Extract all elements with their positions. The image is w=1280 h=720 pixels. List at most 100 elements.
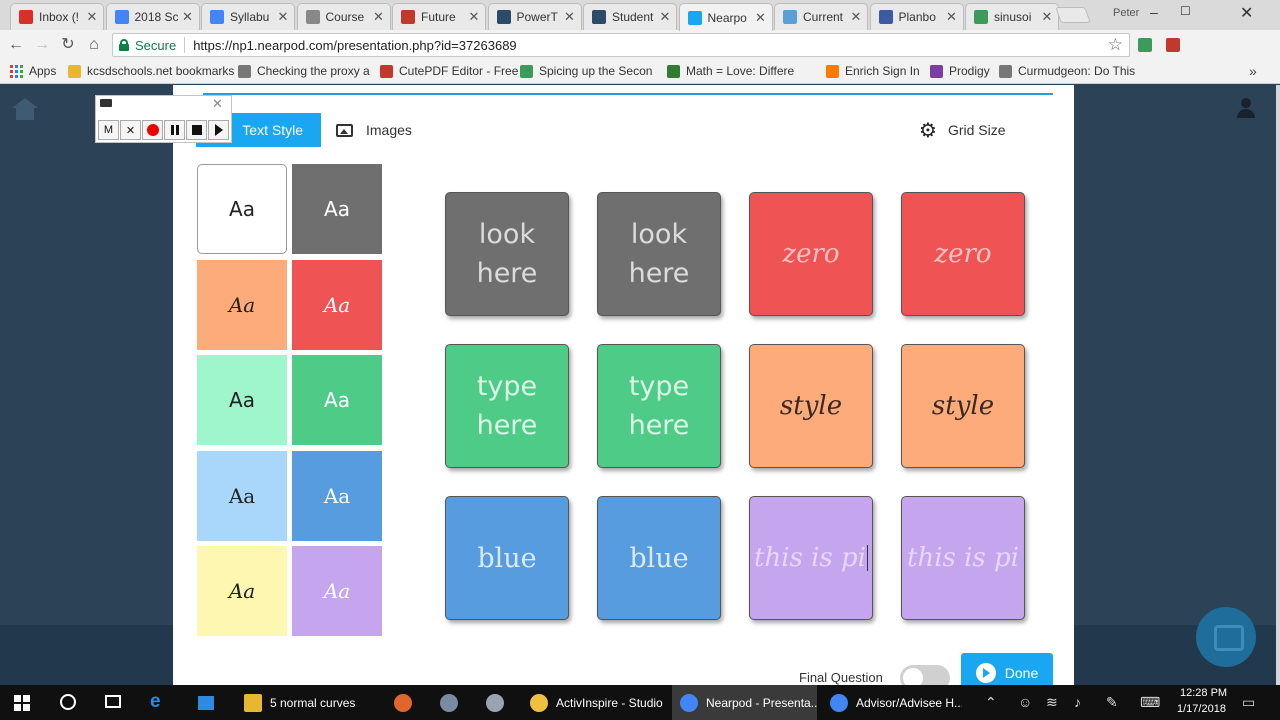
mark-button[interactable]: M	[98, 120, 119, 140]
close-tab-icon[interactable]: ✕	[754, 10, 768, 26]
browser-tab[interactable]: Current ✕	[774, 3, 868, 30]
people-icon[interactable]: ☺	[1018, 694, 1032, 710]
taskbar-app[interactable]: 5 normal curves	[236, 685, 376, 720]
close-tab-icon[interactable]: ✕	[849, 9, 863, 25]
style-swatch[interactable]: Aa	[197, 355, 287, 445]
address-bar[interactable]: Secure https://np1.nearpod.com/presentat…	[112, 33, 1130, 57]
flashcard[interactable]: blue	[445, 496, 569, 620]
bookmark-star-icon[interactable]: ☆	[1108, 35, 1123, 55]
screen-recorder-widget[interactable]: ✕ M ✕	[95, 95, 232, 143]
tab-images[interactable]: Images	[336, 113, 412, 147]
play-button[interactable]	[208, 120, 229, 140]
bookmark-item[interactable]: Spicing up the Secon	[520, 64, 652, 78]
store-icon[interactable]	[196, 692, 216, 712]
close-tab-icon[interactable]: ✕	[276, 9, 290, 25]
volume-icon[interactable]: ♪	[1074, 694, 1081, 710]
reload-icon[interactable]: ↻	[58, 35, 78, 55]
cancel-recording-button[interactable]: ✕	[120, 120, 141, 140]
flashcard[interactable]: type here	[445, 344, 569, 468]
home-icon[interactable]: ⌂	[84, 35, 104, 55]
profile-name[interactable]: Peter	[1113, 7, 1139, 19]
flashcard[interactable]: zero	[901, 192, 1025, 316]
taskbar-app[interactable]: ActivInspire - Studio	[522, 685, 667, 720]
close-tab-icon[interactable]: ✕	[563, 9, 577, 25]
browser-tab[interactable]: Course ✕	[296, 3, 391, 30]
wifi-icon[interactable]: ≋	[1046, 694, 1058, 711]
task-view-icon[interactable]	[103, 692, 123, 712]
style-swatch[interactable]: Aa	[292, 259, 382, 350]
close-tab-icon[interactable]: ✕	[1040, 9, 1054, 25]
chat-icon[interactable]	[1196, 607, 1256, 667]
extension-icon[interactable]	[1138, 38, 1152, 52]
new-tab-button[interactable]	[1055, 7, 1091, 23]
close-tab-icon[interactable]: ✕	[658, 9, 672, 25]
windows-start-icon[interactable]	[14, 695, 30, 711]
minimize-icon[interactable]: –	[1150, 4, 1158, 20]
taskbar-app[interactable]: Advisor/Advisee H...	[822, 685, 962, 720]
bookmark-item[interactable]: CutePDF Editor - Free	[380, 64, 518, 78]
stop-button[interactable]	[186, 120, 207, 140]
browser-tab[interactable]: Planbo ✕	[869, 3, 964, 30]
bookmark-item[interactable]: kcsdschools.net bookmarks	[68, 64, 234, 78]
clock-date[interactable]: 1/17/2018	[1177, 703, 1226, 715]
flashcard-text[interactable]: this is pi	[754, 543, 866, 573]
record-button[interactable]	[142, 120, 163, 140]
bookmark-item[interactable]: Enrich Sign In	[826, 64, 920, 78]
bookmark-item[interactable]: Prodigy	[930, 64, 990, 78]
flashcard[interactable]: this is pi	[901, 496, 1025, 620]
style-swatch[interactable]: Aa	[292, 450, 382, 541]
close-tab-icon[interactable]: ✕	[85, 9, 99, 25]
cortana-icon[interactable]	[58, 692, 78, 712]
bookmark-item[interactable]: Math = Love: Differe	[667, 64, 794, 78]
extension-icon[interactable]	[1166, 38, 1180, 52]
url-text[interactable]: https://np1.nearpod.com/presentation.php…	[193, 38, 516, 53]
scrollbar[interactable]	[1276, 85, 1280, 685]
browser-tab[interactable]: Nearpo ✕	[678, 3, 773, 31]
final-question-toggle[interactable]	[900, 665, 950, 685]
browser-tab[interactable]: Inbox (! ✕	[10, 3, 104, 30]
style-swatch[interactable]: Aa	[292, 355, 382, 445]
close-tab-icon[interactable]: ✕	[945, 9, 959, 25]
grid-size-button[interactable]: ⚙ Grid Size	[919, 113, 1006, 147]
flashcard[interactable]: style	[901, 344, 1025, 468]
pen-icon[interactable]: ✎	[1106, 694, 1118, 711]
done-button[interactable]: Done	[961, 653, 1053, 685]
bookmark-item[interactable]: Apps	[10, 64, 56, 78]
flashcard[interactable]: look here	[597, 192, 721, 316]
browser-tab[interactable]: Syllabu ✕	[201, 3, 295, 30]
back-icon[interactable]: ←	[6, 35, 26, 55]
keyboard-icon[interactable]: ⌨	[1140, 694, 1160, 711]
style-swatch[interactable]: Aa	[292, 546, 382, 636]
browser-tab[interactable]: Future ✕	[392, 3, 486, 30]
flashcard[interactable]: type here	[597, 344, 721, 468]
style-swatch[interactable]: Aa	[197, 259, 287, 350]
forward-icon[interactable]: →	[32, 35, 52, 55]
notifications-icon[interactable]: ▭	[1242, 694, 1255, 711]
taskbar-app[interactable]: Nearpod - Presenta...	[672, 685, 817, 720]
close-tab-icon[interactable]: ✕	[372, 9, 386, 25]
maximize-icon[interactable]: ☐	[1180, 4, 1191, 18]
pause-button[interactable]	[164, 120, 185, 140]
style-swatch[interactable]: Aa	[197, 546, 287, 636]
browser-tab[interactable]: 2018 Sc ✕	[105, 3, 200, 30]
browser-tab[interactable]: sinusoi ✕	[965, 3, 1059, 30]
browser-tab[interactable]: PowerT ✕	[487, 3, 582, 30]
style-swatch[interactable]: Aa	[197, 164, 287, 254]
flashcard[interactable]: style	[749, 344, 873, 468]
taskbar-app[interactable]	[432, 685, 472, 720]
style-swatch[interactable]: Aa	[292, 164, 382, 254]
clock-time[interactable]: 12:28 PM	[1180, 687, 1227, 699]
close-tab-icon[interactable]: ✕	[467, 9, 481, 25]
close-tab-icon[interactable]: ✕	[181, 9, 195, 25]
style-swatch[interactable]: Aa	[197, 450, 287, 541]
close-window-icon[interactable]: ✕	[1240, 3, 1253, 23]
flashcard[interactable]: this is pi	[749, 496, 873, 620]
taskbar-app[interactable]	[386, 685, 426, 720]
bookmark-item[interactable]: Checking the proxy a	[238, 64, 370, 78]
flashcard[interactable]: look here	[445, 192, 569, 316]
browser-tab[interactable]: Student ✕	[583, 3, 677, 30]
taskbar-app[interactable]	[478, 685, 518, 720]
flashcard[interactable]: zero	[749, 192, 873, 316]
tray-chevron-icon[interactable]: ⌃	[985, 694, 997, 711]
close-icon[interactable]: ✕	[212, 96, 223, 112]
